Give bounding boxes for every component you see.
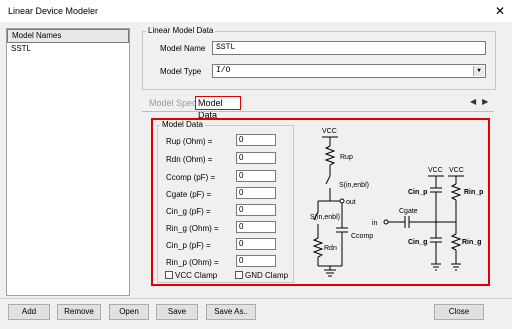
close-button[interactable]: Close <box>434 304 484 320</box>
in-node <box>383 219 389 225</box>
vcc-r2-label: VCC <box>449 167 464 174</box>
cin-p-label: Cin_p (pF) = <box>166 241 211 250</box>
tab-model-data[interactable]: Model Data <box>195 96 241 120</box>
rdn-label: Rdn (Ohm) = <box>166 155 213 164</box>
gnd-clamp-label: GND Clamp <box>245 271 289 280</box>
vcc-clamp-label: VCC Clamp <box>175 271 218 280</box>
rup-input[interactable]: 0 <box>236 134 276 146</box>
rin-g-input[interactable]: 0 <box>236 221 276 233</box>
rdn-resistor <box>312 237 324 258</box>
chevron-down-icon[interactable]: ▼ <box>473 66 484 76</box>
vcc-left-label: VCC <box>322 128 337 135</box>
model-type-select[interactable]: I/O ▼ <box>212 64 486 78</box>
linear-model-group <box>142 31 496 90</box>
ccomp-input[interactable]: 0 <box>236 170 276 182</box>
model-data-legend: Model Data <box>160 120 205 129</box>
circuit-schematic: VCC Rup S(in,enbl) out S(in,enbl) Ccomp … <box>310 128 483 277</box>
in-label: in <box>372 220 378 227</box>
remove-button[interactable]: Remove <box>57 304 101 320</box>
model-type-value: I/O <box>216 66 231 75</box>
out-node <box>339 198 345 204</box>
out-label: out <box>346 199 356 206</box>
model-names-list[interactable]: Model Names SSTL <box>6 28 130 296</box>
s-bot-label: S(in,enbl) <box>310 214 340 221</box>
rup-label-sch: Rup <box>340 154 353 161</box>
bottom-divider <box>0 298 512 299</box>
rin-g-resistor <box>450 233 462 251</box>
rin-g-label-sch: Rin_g <box>462 239 481 246</box>
ccomp-label-sch: Ccomp <box>351 233 373 240</box>
model-names-header[interactable]: Model Names <box>7 29 129 43</box>
cin-g-label-sch: Cin_g <box>408 239 427 246</box>
save-button[interactable]: Save <box>156 304 198 320</box>
tab-model-spec[interactable]: Model Spec <box>149 98 197 108</box>
save-as-button[interactable]: Save As.. <box>206 304 256 320</box>
tab-prev-icon[interactable]: ◀ <box>470 97 476 106</box>
gnd-clamp-checkbox[interactable] <box>235 271 243 279</box>
cin-p-label-sch: Cin_p <box>408 189 427 196</box>
vcc-clamp-checkbox[interactable] <box>165 271 173 279</box>
cin-g-label: Cin_g (pF) = <box>166 207 211 216</box>
model-name-label: Model Name <box>160 44 206 53</box>
tab-divider <box>142 111 494 112</box>
tab-scroll: ◀ ▶ <box>470 97 494 106</box>
model-name-input[interactable]: SSTL <box>212 41 486 55</box>
linear-model-legend: Linear Model Data <box>146 26 216 35</box>
add-button[interactable]: Add <box>8 304 50 320</box>
rin-g-label: Rin_g (Ohm) = <box>166 224 219 233</box>
tab-next-icon[interactable]: ▶ <box>482 97 488 106</box>
model-names-header-label: Model Names <box>12 31 62 40</box>
rup-label: Rup (Ohm) = <box>166 137 213 146</box>
rin-p-input[interactable]: 0 <box>236 255 276 267</box>
window-title: Linear Device Modeler <box>8 6 99 16</box>
open-button[interactable]: Open <box>109 304 149 320</box>
rdn-input[interactable]: 0 <box>236 152 276 164</box>
list-item[interactable]: SSTL <box>11 44 31 53</box>
cin-g-input[interactable]: 0 <box>236 204 276 216</box>
s-top-switch <box>325 175 331 185</box>
cin-p-input[interactable]: 0 <box>236 238 276 250</box>
vcc-r1-label: VCC <box>428 167 443 174</box>
cgate-input[interactable]: 0 <box>236 187 276 199</box>
close-icon[interactable]: ✕ <box>492 3 508 19</box>
rin-p-label: Rin_p (Ohm) = <box>166 258 219 267</box>
cgate-label-sch: Cgate <box>399 208 418 215</box>
model-type-label: Model Type <box>160 67 202 76</box>
s-top-label: S(in,enbl) <box>339 182 369 189</box>
rdn-label-sch: Rdn <box>324 245 337 252</box>
cgate-label: Cgate (pF) = <box>166 190 212 199</box>
rin-p-label-sch: Rin_p <box>464 189 483 196</box>
rin-p-resistor <box>450 183 462 201</box>
rup-resistor <box>324 145 336 166</box>
ccomp-label: Ccomp (pF) = <box>166 173 216 182</box>
